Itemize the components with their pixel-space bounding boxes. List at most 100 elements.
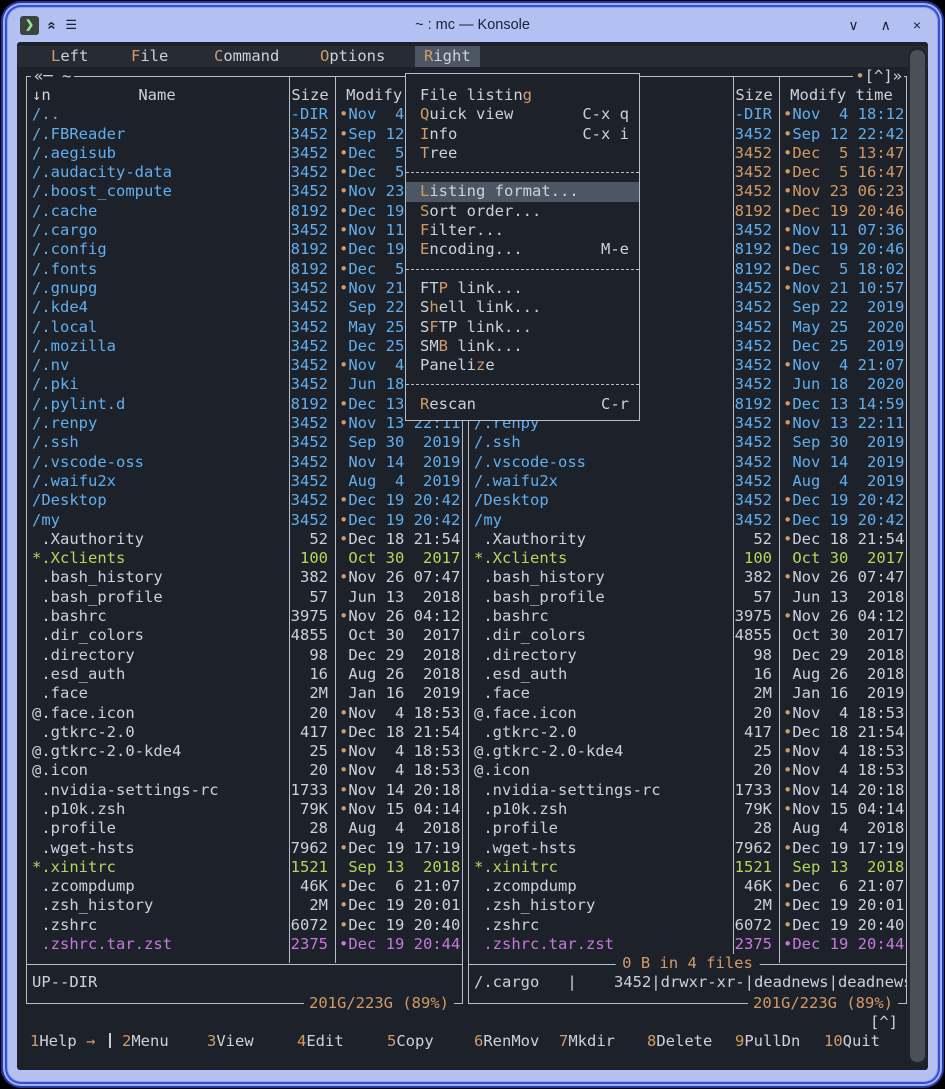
file-row[interactable]: /.waifu2x3452 Aug 4 2019	[469, 472, 906, 491]
menubar-item-command[interactable]: Command	[205, 46, 288, 67]
menu-item-filter[interactable]: Filter...	[406, 221, 639, 240]
fkey-pulldn[interactable]: 9PullDn	[735, 1032, 800, 1051]
file-row[interactable]: /.cargo3452•Nov 11 07:36	[27, 221, 462, 240]
file-row[interactable]: .profile28 Aug 4 2018	[469, 819, 906, 838]
file-row[interactable]: .wget-hsts7962•Dec 19 17:19	[27, 839, 462, 858]
file-row[interactable]: .zshrc6072•Dec 19 20:40	[27, 916, 462, 935]
file-row[interactable]: /.renpy3452•Nov 13 22:11	[27, 414, 462, 433]
file-row[interactable]: .zsh_history2M•Dec 19 20:01	[27, 896, 462, 915]
file-row[interactable]: /.FBReader3452•Sep 12 22:42	[27, 125, 462, 144]
file-row[interactable]: .bashrc3975•Nov 26 04:12	[469, 607, 906, 626]
file-row[interactable]: /my3452•Dec 19 20:42	[469, 511, 906, 530]
file-row[interactable]: /.ssh3452 Sep 30 2019	[27, 433, 462, 452]
fkey-help[interactable]: 1Help	[30, 1032, 77, 1051]
file-row[interactable]: .directory98 Dec 29 2018	[27, 646, 462, 665]
file-row[interactable]: .Xauthority52•Dec 18 21:54	[27, 530, 462, 549]
file-row[interactable]: /.aegisub3452•Dec 5 13:47	[27, 144, 462, 163]
file-row[interactable]: /.nv3452•Nov 4 21:07	[27, 356, 462, 375]
file-row[interactable]: /.vscode-oss3452 Nov 14 2019	[469, 453, 906, 472]
shell-prompt[interactable]: →	[30, 1013, 111, 1032]
file-row[interactable]: .directory98 Dec 29 2018	[469, 646, 906, 665]
file-row[interactable]: @.gtkrc-2.0-kde425•Nov 4 18:53	[469, 742, 906, 761]
menu-item-shell-link[interactable]: Shell link...	[406, 298, 639, 317]
header-name[interactable]: Name	[27, 86, 287, 105]
file-row[interactable]: .bash_history382•Nov 26 07:47	[27, 568, 462, 587]
file-row[interactable]: /..-DIR•Nov 4 18:12	[27, 105, 462, 124]
file-row[interactable]: .Xauthority52•Dec 18 21:54	[469, 530, 906, 549]
maximize-button[interactable]: ∧	[881, 17, 891, 34]
file-row[interactable]: @.gtkrc-2.0-kde425•Nov 4 18:53	[27, 742, 462, 761]
file-row[interactable]: /.boost_compute3452•Nov 23 06:23	[27, 182, 462, 201]
file-row[interactable]: /.ssh3452 Sep 30 2019	[469, 433, 906, 452]
file-row[interactable]: .zshrc.tar.zst2375•Dec 19 20:44	[27, 935, 462, 954]
menu-item-info[interactable]: InfoC-x i	[406, 125, 639, 144]
file-row[interactable]: *.xinitrc1521 Sep 13 2018	[27, 858, 462, 877]
file-row[interactable]: /.local3452 May 25 2020	[27, 318, 462, 337]
fkey-quit[interactable]: 10Quit	[824, 1032, 880, 1051]
file-row[interactable]: .nvidia-settings-rc1733•Nov 14 20:18	[27, 781, 462, 800]
header-size[interactable]: Size	[287, 86, 333, 105]
file-row[interactable]: @.face.icon20•Nov 4 18:53	[469, 704, 906, 723]
file-row[interactable]: .p10k.zsh79K•Nov 15 04:14	[27, 800, 462, 819]
file-row[interactable]: .esd_auth16 Aug 26 2018	[27, 665, 462, 684]
menu-item-tree[interactable]: Tree	[406, 144, 639, 163]
file-row[interactable]: /.cache8192•Dec 19 20:46	[27, 202, 462, 221]
file-row[interactable]: .wget-hsts7962•Dec 19 17:19	[469, 839, 906, 858]
file-row[interactable]: /.pylint.d8192•Dec 13 14:59	[27, 395, 462, 414]
file-row[interactable]: .profile28 Aug 4 2018	[27, 819, 462, 838]
file-row[interactable]: .bashrc3975•Nov 26 04:12	[27, 607, 462, 626]
panel-path-label[interactable]: «─ ~	[31, 67, 74, 86]
menubar-item-left[interactable]: Left	[42, 46, 97, 67]
keep-above-icon[interactable]: «	[44, 21, 61, 29]
file-row[interactable]: .zshrc6072•Dec 19 20:40	[469, 916, 906, 935]
menu-item-rescan[interactable]: RescanC-r	[406, 395, 639, 414]
file-row[interactable]: .face2M Jan 16 2019	[469, 684, 906, 703]
menu-item-quick-view[interactable]: Quick viewC-x q	[406, 105, 639, 124]
file-row[interactable]: *.Xclients100 Oct 30 2017	[27, 549, 462, 568]
file-row[interactable]: /.vscode-oss3452 Nov 14 2019	[27, 453, 462, 472]
fkey-edit[interactable]: 4Edit	[297, 1032, 344, 1051]
file-row[interactable]: /.fonts8192•Dec 5 18:02	[27, 260, 462, 279]
file-row[interactable]: .gtkrc-2.0417•Dec 18 21:54	[27, 723, 462, 742]
hamburger-menu-icon[interactable]: ☰	[65, 17, 77, 33]
file-row[interactable]: @.icon20•Nov 4 18:53	[27, 761, 462, 780]
menu-item-ftp-link[interactable]: FTP link...	[406, 279, 639, 298]
fkey-view[interactable]: 3View	[207, 1032, 254, 1051]
file-row[interactable]: /.pki3452 Jun 18 2020	[27, 375, 462, 394]
file-row[interactable]: .face2M Jan 16 2019	[27, 684, 462, 703]
file-row[interactable]: /.gnupg3452•Nov 21 10:57	[27, 279, 462, 298]
file-row[interactable]: .p10k.zsh79K•Nov 15 04:14	[469, 800, 906, 819]
file-row[interactable]: /.audacity-data3452•Dec 5 16:47	[27, 163, 462, 182]
minimize-button[interactable]: ∨	[848, 17, 858, 34]
file-row[interactable]: /.waifu2x3452 Aug 4 2019	[27, 472, 462, 491]
konsole-app-icon[interactable]: ❯	[20, 16, 39, 35]
scrollbar[interactable]	[908, 47, 927, 1065]
fkey-renmov[interactable]: 6RenMov	[474, 1032, 539, 1051]
menu-item-smb-link[interactable]: SMB link...	[406, 337, 639, 356]
fkey-delete[interactable]: 8Delete	[647, 1032, 712, 1051]
file-row[interactable]: .zsh_history2M•Dec 19 20:01	[469, 896, 906, 915]
file-row[interactable]: .nvidia-settings-rc1733•Nov 14 20:18	[469, 781, 906, 800]
file-row[interactable]: .bash_profile57 Jun 13 2018	[27, 588, 462, 607]
file-row[interactable]: .zcompdump46K•Dec 6 21:07	[27, 877, 462, 896]
fkey-mkdir[interactable]: 7Mkdir	[559, 1032, 615, 1051]
file-row[interactable]: .zcompdump46K•Dec 6 21:07	[469, 877, 906, 896]
panel-top-indicator[interactable]: •[^]»	[853, 67, 904, 86]
file-row[interactable]: .zshrc.tar.zst2375•Dec 19 20:44	[469, 935, 906, 954]
menubar-item-right[interactable]: Right	[415, 46, 480, 67]
file-row[interactable]: @.icon20•Nov 4 18:53	[469, 761, 906, 780]
scrollbar-thumb[interactable]	[910, 50, 925, 1062]
menubar-item-file[interactable]: File	[122, 46, 177, 67]
file-row[interactable]: .dir_colors4855 Oct 30 2017	[27, 626, 462, 645]
file-row[interactable]: *.Xclients100 Oct 30 2017	[469, 549, 906, 568]
file-row[interactable]: /my3452•Dec 19 20:42	[27, 511, 462, 530]
menu-item-sftp-link[interactable]: SFTP link...	[406, 318, 639, 337]
file-row[interactable]: .esd_auth16 Aug 26 2018	[469, 665, 906, 684]
menu-item-sort-order[interactable]: Sort order...	[406, 202, 639, 221]
file-row[interactable]: /Desktop3452•Dec 19 20:42	[469, 491, 906, 510]
header-size[interactable]: Size	[731, 86, 777, 105]
file-row[interactable]: .bash_profile57 Jun 13 2018	[469, 588, 906, 607]
fkey-menu[interactable]: 2Menu	[122, 1032, 169, 1051]
file-row[interactable]: .bash_history382•Nov 26 07:47	[469, 568, 906, 587]
menu-item-panelize[interactable]: Panelize	[406, 356, 639, 375]
